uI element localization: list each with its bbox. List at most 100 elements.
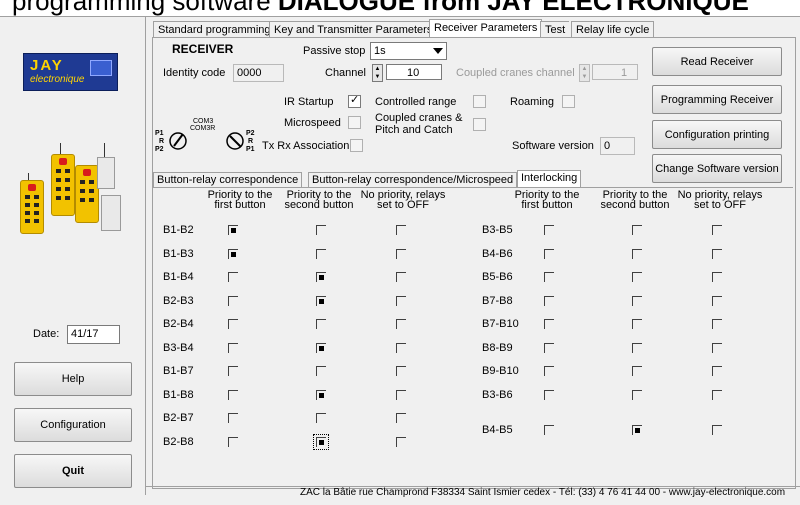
button-pair-label: B1-B8 xyxy=(163,388,194,401)
interlock-radio[interactable] xyxy=(544,342,554,353)
interlock-radio[interactable] xyxy=(712,342,722,353)
interlock-radio[interactable] xyxy=(228,248,238,259)
help-button[interactable]: Help xyxy=(14,362,132,396)
interlock-radio[interactable] xyxy=(544,319,554,329)
interlock-radio[interactable] xyxy=(228,319,238,329)
interlock-radio[interactable] xyxy=(313,433,329,450)
subtab-button-relay-microspeed[interactable]: Button-relay correspondence/Microspeed xyxy=(308,172,518,188)
read-receiver-button[interactable]: Read Receiver xyxy=(652,47,782,76)
interlock-radio[interactable] xyxy=(632,295,642,306)
interlock-radio[interactable] xyxy=(316,248,326,259)
remote-icon xyxy=(75,165,99,223)
interlock-radio[interactable] xyxy=(316,389,326,400)
interlock-radio[interactable] xyxy=(396,248,406,259)
interlock-radio[interactable] xyxy=(544,248,554,259)
interlock-radio[interactable] xyxy=(632,319,642,329)
interlock-radio[interactable] xyxy=(632,366,642,376)
button-pair-label: B3-B6 xyxy=(482,388,513,401)
footer-divider xyxy=(145,486,800,487)
interlock-radio[interactable] xyxy=(712,425,722,435)
quit-button[interactable]: Quit xyxy=(14,454,132,488)
interlock-radio[interactable] xyxy=(632,272,642,282)
programming-receiver-button[interactable]: Programming Receiver xyxy=(652,85,782,114)
interlock-radio[interactable] xyxy=(396,389,406,400)
software-version-field[interactable]: 0 xyxy=(600,137,635,155)
date-field[interactable]: 41/17 xyxy=(67,325,120,344)
interlock-radio[interactable] xyxy=(228,295,238,306)
interlock-radio[interactable] xyxy=(228,436,238,447)
interlock-radio[interactable] xyxy=(712,295,722,306)
interlock-radio[interactable] xyxy=(396,319,406,329)
button-pair-label: B3-B4 xyxy=(163,341,194,354)
change-software-version-button[interactable]: Change Software version xyxy=(652,154,782,183)
interlock-radio[interactable] xyxy=(712,366,722,376)
channel-stepper[interactable]: ▲ ▼ xyxy=(372,64,383,82)
interlock-radio[interactable] xyxy=(316,272,326,282)
interlock-radio[interactable] xyxy=(316,342,326,353)
interlock-radio[interactable] xyxy=(396,413,406,423)
interlock-radio[interactable] xyxy=(712,389,722,400)
interlock-radio[interactable] xyxy=(316,295,326,306)
interlock-radio[interactable] xyxy=(544,225,554,235)
interlock-radio[interactable] xyxy=(316,225,326,235)
interlock-radio[interactable] xyxy=(228,366,238,376)
date-label: Date: xyxy=(33,328,60,340)
interlock-radio[interactable] xyxy=(396,272,406,282)
interlock-radio[interactable] xyxy=(316,413,326,423)
coupled-channel-stepper[interactable]: ▲ ▼ xyxy=(579,64,590,82)
interlock-radio[interactable] xyxy=(544,272,554,282)
remote-icon xyxy=(51,154,75,216)
interlock-radio[interactable] xyxy=(228,272,238,282)
interlock-radio[interactable] xyxy=(632,342,642,353)
receiver-box-icon xyxy=(97,157,115,189)
button-pair-label: B3-B5 xyxy=(482,224,513,236)
channel-field[interactable]: 10 xyxy=(386,64,442,80)
coupled-cranes-checkbox[interactable] xyxy=(473,118,486,131)
identity-code-field[interactable]: 0000 xyxy=(233,64,284,82)
interlock-radio[interactable] xyxy=(228,413,238,423)
interlock-radio[interactable] xyxy=(396,436,406,447)
application-window: JAY electronique Date: 41/17 Help Config… xyxy=(0,16,800,505)
interlock-radio[interactable] xyxy=(544,425,554,435)
header-priority-first-right: Priority to the first button xyxy=(514,189,580,211)
interlock-radio[interactable] xyxy=(544,389,554,400)
interlock-radio[interactable] xyxy=(712,225,722,235)
button-pair-label: B5-B6 xyxy=(482,271,513,283)
software-version-label: Software version xyxy=(512,140,594,152)
interlock-radio[interactable] xyxy=(632,248,642,259)
interlock-radio[interactable] xyxy=(544,366,554,376)
interlock-radio[interactable] xyxy=(544,295,554,306)
interlock-radio[interactable] xyxy=(632,389,642,400)
interlock-radio[interactable] xyxy=(396,225,406,235)
interlock-radio[interactable] xyxy=(712,272,722,282)
configuration-printing-button[interactable]: Configuration printing xyxy=(652,120,782,149)
roaming-checkbox[interactable] xyxy=(562,95,575,108)
passive-stop-select[interactable]: 1s xyxy=(370,42,447,60)
page-heading: programming software DIALOGUE from JAY E… xyxy=(12,0,749,16)
ir-startup-checkbox[interactable] xyxy=(348,93,361,108)
microspeed-checkbox[interactable] xyxy=(348,116,361,129)
interlock-radio[interactable] xyxy=(228,225,238,235)
interlock-radio[interactable] xyxy=(712,319,722,329)
interlock-radio[interactable] xyxy=(712,248,722,259)
interlock-radio[interactable] xyxy=(632,425,642,435)
interlock-radio[interactable] xyxy=(632,225,642,235)
txrx-association-checkbox[interactable] xyxy=(350,139,363,152)
subtab-interlocking[interactable]: Interlocking xyxy=(517,170,582,188)
interlock-radio[interactable] xyxy=(396,295,406,306)
configuration-button[interactable]: Configuration xyxy=(14,408,132,442)
button-pair-label: B2-B8 xyxy=(163,435,194,448)
interlock-radio[interactable] xyxy=(316,319,326,329)
interlock-radio[interactable] xyxy=(396,342,406,353)
interlock-radio[interactable] xyxy=(228,389,238,400)
button-pair-label: B7-B8 xyxy=(482,294,513,307)
interlock-radio[interactable] xyxy=(396,366,406,376)
interlock-radio[interactable] xyxy=(228,342,238,353)
coupled-channel-field[interactable]: 1 xyxy=(592,64,638,80)
header-priority-second: Priority to the second button xyxy=(284,189,354,211)
interlock-radio[interactable] xyxy=(316,366,326,376)
footer-address: ZAC la Bâtie rue Champrond F38334 Saint … xyxy=(300,487,786,498)
button-pair-label: B4-B5 xyxy=(482,424,513,436)
controlled-range-checkbox[interactable] xyxy=(473,95,486,108)
subtab-button-relay[interactable]: Button-relay correspondence xyxy=(153,172,303,188)
